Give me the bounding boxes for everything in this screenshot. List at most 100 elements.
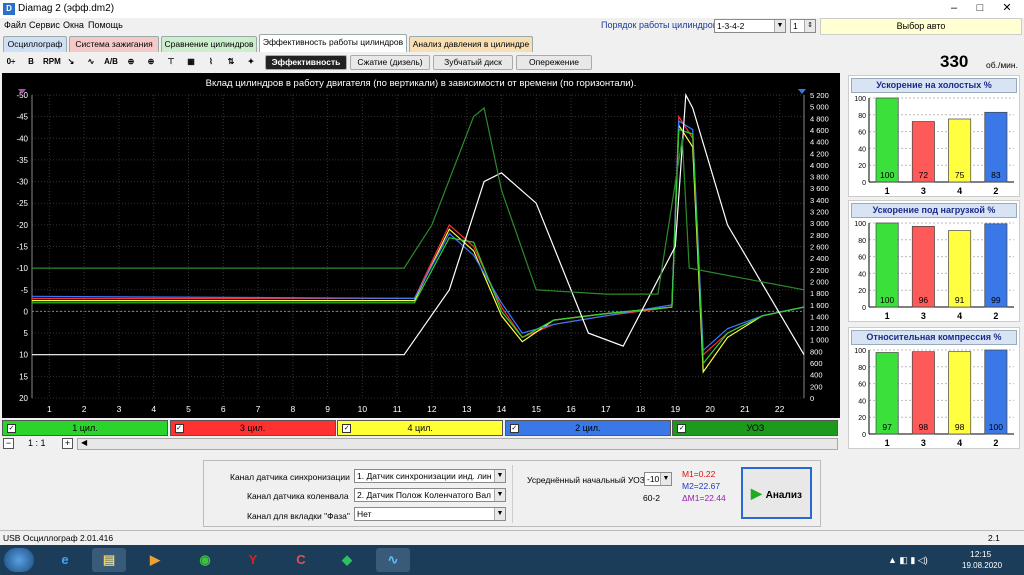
- chrome-icon[interactable]: ◉: [188, 548, 222, 572]
- maximize-button[interactable]: □: [967, 1, 993, 16]
- channel-toggle-5[interactable]: ✓ УОЗ: [672, 420, 839, 436]
- cylinder-stepper[interactable]: 1 ⇕: [790, 19, 816, 33]
- channel-toggle-2[interactable]: ✓ 3 цил.: [169, 420, 336, 436]
- divider: [512, 465, 513, 523]
- bar-category-label: 2: [993, 186, 998, 196]
- diamag-taskbar-icon[interactable]: ∿: [376, 548, 410, 572]
- explorer-icon[interactable]: ▤: [92, 548, 126, 572]
- chevron-down-icon: ▼: [494, 489, 505, 501]
- bar-chart: 100 80 60 40 20 0 100 1 96 3 91 4 99 2: [854, 221, 1014, 321]
- x-tick: 18: [636, 404, 646, 414]
- checkbox-icon[interactable]: ✓: [509, 424, 519, 433]
- subtab-toothed-disk[interactable]: Зубчатый диск: [433, 55, 513, 70]
- menu-help[interactable]: Помощь: [88, 20, 123, 30]
- toolbar-icon-10[interactable]: ▦: [183, 54, 199, 70]
- zoom-in-button[interactable]: +: [62, 438, 73, 449]
- panel-y-tick: 80: [858, 238, 866, 245]
- y-right-tick: 4 400: [810, 138, 829, 147]
- subtab-efficiency[interactable]: Эффективность: [265, 55, 347, 70]
- scroll-left-icon[interactable]: ◀: [81, 438, 87, 447]
- sync-channel-select[interactable]: 1. Датчик синхронизации инд. лин ▼: [354, 469, 506, 483]
- menu-windows[interactable]: Окна: [63, 20, 84, 30]
- toolbar-icon-4[interactable]: ↘: [63, 54, 79, 70]
- bar-value-label: 100: [880, 170, 894, 180]
- bar-category-label: 3: [921, 186, 926, 196]
- bar-category-label: 2: [993, 311, 998, 321]
- tab-oscilloscope[interactable]: Осциллограф: [3, 36, 67, 52]
- toolbar-icon-3[interactable]: RPM: [43, 54, 61, 70]
- x-tick: 7: [256, 404, 261, 414]
- tab-pressure-analysis[interactable]: Анализ давления в цилиндре: [409, 36, 533, 52]
- checkbox-icon[interactable]: ✓: [7, 424, 16, 433]
- uoz-select[interactable]: -10 ▼: [644, 472, 672, 486]
- x-tick: 3: [117, 404, 122, 414]
- bar-value-label: 72: [919, 170, 929, 180]
- x-tick: 13: [462, 404, 472, 414]
- toolbar-icon-12[interactable]: ⇅: [223, 54, 239, 70]
- tab-cylinder-compare[interactable]: Сравнение цилиндров: [161, 36, 257, 52]
- yandex-icon[interactable]: Y: [236, 548, 270, 572]
- series-line-1: [32, 114, 805, 356]
- ccleaner-icon[interactable]: C: [284, 548, 318, 572]
- y-right-tick: 5 000: [810, 103, 829, 112]
- menu-file[interactable]: Файл: [4, 20, 26, 30]
- panel-y-tick: 20: [858, 415, 866, 422]
- x-tick: 9: [325, 404, 330, 414]
- tray-icons[interactable]: ▲ ◧ ▮ ◁): [888, 555, 928, 566]
- horizontal-scrollbar[interactable]: ◀: [77, 438, 838, 450]
- start-button[interactable]: [4, 548, 34, 572]
- x-tick: 4: [151, 404, 156, 414]
- panel-y-tick: 0: [862, 180, 866, 187]
- app-icon: D: [3, 3, 15, 15]
- toolbar-icon-13[interactable]: ✦: [243, 54, 259, 70]
- channel-toggle-4[interactable]: ✓ 2 цил.: [504, 420, 671, 436]
- panel-y-tick: 0: [862, 432, 866, 439]
- phase-channel-select[interactable]: Нет ▼: [354, 507, 506, 521]
- bar-value-label: 83: [991, 170, 1001, 180]
- y-right-tick: 2 200: [810, 266, 829, 275]
- cylinder-order-select[interactable]: 1-3-4-2 ▼: [714, 19, 786, 33]
- app-icon-green[interactable]: ◆: [330, 548, 364, 572]
- subtab-advance[interactable]: Опережение: [516, 55, 592, 70]
- y-left-tick: 0: [24, 307, 29, 316]
- channel-label: УОЗ: [746, 423, 765, 433]
- zoom-out-button[interactable]: −: [3, 438, 14, 449]
- toolbar-icon-9[interactable]: ⊤: [163, 54, 179, 70]
- toolbar-icon-5[interactable]: ∿: [83, 54, 99, 70]
- close-button[interactable]: ✕: [994, 1, 1020, 16]
- checkbox-icon[interactable]: ✓: [677, 424, 687, 433]
- minimize-button[interactable]: –: [941, 1, 967, 16]
- channel-toggle-3[interactable]: ✓ 4 цил.: [337, 420, 504, 436]
- cylinder-order-label: Порядок работы цилиндров: [601, 20, 718, 30]
- subtab-compression[interactable]: Сжатие (дизель): [350, 55, 430, 70]
- efficiency-chart[interactable]: -50 -45 -40 -35 -30 -25 -20 -15 -10 -5 0 5 10 15 20 5 2…: [2, 73, 840, 418]
- tab-cylinder-efficiency[interactable]: Эффективность работы цилиндров: [259, 34, 407, 52]
- toolbar-icon-6[interactable]: A/B: [103, 54, 119, 70]
- chart-title: Вклад цилиндров в работу двигателя (по в…: [206, 78, 637, 89]
- right-marker-icon: [798, 89, 806, 94]
- channel-toggle-1[interactable]: ✓ 1 цил.: [2, 420, 168, 436]
- phase-channel-label: Канал для вкладки "Фаза": [247, 511, 350, 521]
- media-icon[interactable]: ▶: [138, 548, 172, 572]
- checkbox-icon[interactable]: ✓: [342, 424, 352, 433]
- toolbar-icon-7[interactable]: ⊕: [123, 54, 139, 70]
- ie-icon[interactable]: e: [48, 548, 82, 572]
- analyze-button[interactable]: ▶ Анализ: [741, 467, 812, 519]
- status-bar: USB Осциллограф 2.01.416 2.1: [0, 530, 1024, 545]
- toolbar-icon-1[interactable]: 0÷: [3, 54, 19, 70]
- menu-service[interactable]: Сервис: [29, 20, 60, 30]
- toolbar-icon-2[interactable]: B: [23, 54, 39, 70]
- m2-value: M2=22.67: [682, 481, 721, 491]
- crank-channel-select[interactable]: 2. Датчик Полож Коленчатого Вал ▼: [354, 488, 506, 502]
- chevron-down-icon: ▼: [494, 470, 505, 482]
- auto-select-field[interactable]: Выбор авто: [820, 18, 1022, 35]
- x-tick: 2: [82, 404, 87, 414]
- toolbar-icon-11[interactable]: ⌇: [203, 54, 219, 70]
- x-tick: 8: [290, 404, 295, 414]
- y-right-tick: 1 800: [810, 289, 829, 298]
- panel-y-tick: 80: [858, 113, 866, 120]
- tab-ignition[interactable]: Система зажигания: [69, 36, 159, 52]
- toolbar-icon-8[interactable]: ⊕: [143, 54, 159, 70]
- panel-y-tick: 100: [854, 221, 866, 228]
- checkbox-icon[interactable]: ✓: [174, 424, 184, 433]
